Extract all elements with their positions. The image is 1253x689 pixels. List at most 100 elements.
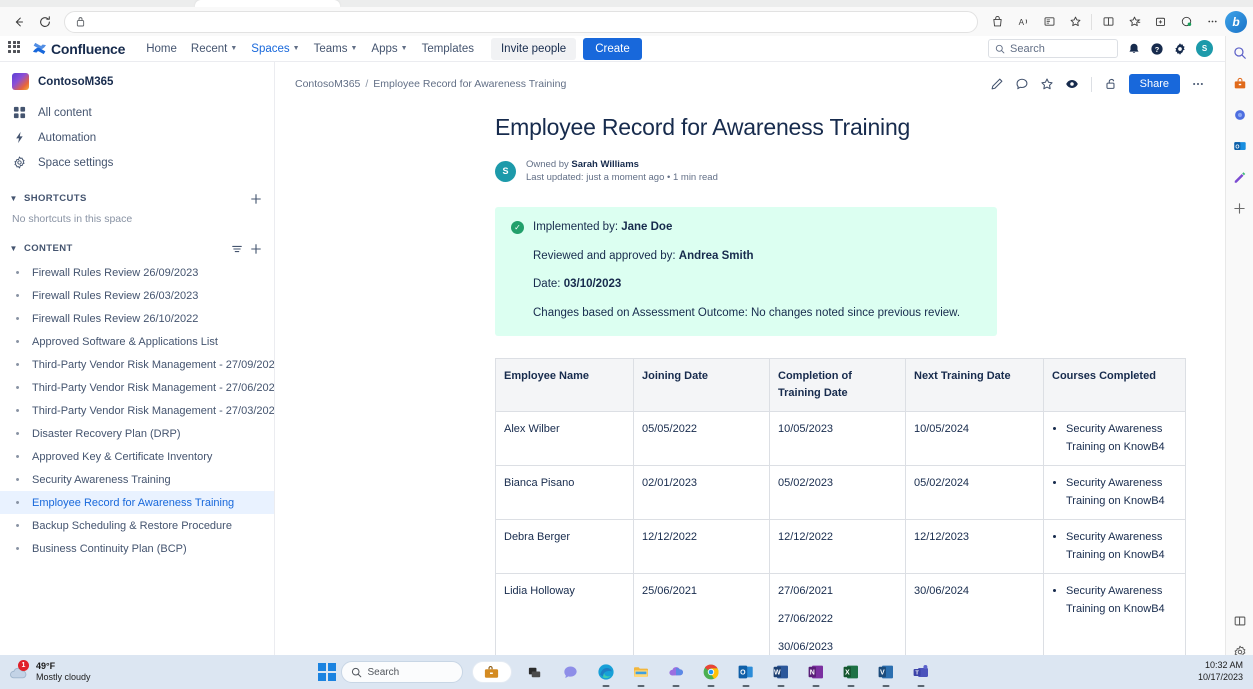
sidebar-item-all-content[interactable]: All content: [0, 100, 274, 125]
designer-icon[interactable]: [1231, 168, 1249, 186]
breadcrumb-space[interactable]: ContosoM365: [295, 78, 360, 90]
share-button[interactable]: Share: [1129, 74, 1180, 94]
nav-item-teams[interactable]: Teams ▼: [307, 39, 365, 59]
content-tree: •Firewall Rules Review 26/09/2023 •Firew…: [0, 261, 274, 560]
browser-essentials-icon[interactable]: [1173, 9, 1199, 35]
settings-more-icon[interactable]: [1199, 9, 1225, 35]
list-item[interactable]: •Third-Party Vendor Risk Management - 27…: [0, 353, 274, 376]
cloud-icon: 1: [8, 663, 30, 681]
space-header[interactable]: ContosoM365: [0, 62, 274, 100]
nav-item-spaces[interactable]: Spaces ▼: [244, 39, 306, 59]
teams-icon[interactable]: T: [910, 661, 932, 683]
restrictions-lock-icon[interactable]: [1104, 77, 1118, 91]
grid-icon: [12, 105, 27, 120]
back-icon[interactable]: [6, 9, 32, 35]
avatar[interactable]: S: [495, 161, 516, 182]
star-icon[interactable]: [1040, 77, 1054, 91]
visio-icon[interactable]: V: [875, 661, 897, 683]
address-bar[interactable]: [64, 11, 978, 33]
filter-icon[interactable]: [231, 243, 243, 255]
nav-item-recent[interactable]: Recent ▼: [184, 39, 244, 59]
list-item[interactable]: •Firewall Rules Review 26/03/2023: [0, 284, 274, 307]
completion-date-value: 27/06/2022: [778, 611, 897, 629]
list-item[interactable]: •Backup Scheduling & Restore Procedure: [0, 514, 274, 537]
file-explorer-icon[interactable]: [630, 661, 652, 683]
more-actions-icon[interactable]: [1191, 77, 1205, 91]
favorite-star-icon[interactable]: [1062, 9, 1088, 35]
watch-eye-icon[interactable]: [1065, 77, 1079, 91]
chevron-down-icon[interactable]: ▼: [6, 241, 21, 256]
chevron-down-icon[interactable]: ▼: [6, 191, 21, 206]
list-item[interactable]: • Third-Party Vendor Risk Management - 27…: [0, 376, 274, 399]
sidebar-item-automation[interactable]: Automation: [0, 125, 274, 150]
split-screen-icon[interactable]: [1095, 9, 1121, 35]
list-item[interactable]: •Approved Software & Applications List: [0, 330, 274, 353]
outlook-icon[interactable]: O: [735, 661, 757, 683]
site-info-lock-icon[interactable]: [73, 15, 87, 29]
owner-name[interactable]: Sarah Williams: [571, 159, 639, 170]
list-item[interactable]: •Approved Key & Certificate Inventory: [0, 445, 274, 468]
list-item[interactable]: •Security Awareness Training: [0, 468, 274, 491]
content-section-header[interactable]: ▼ CONTENT: [0, 235, 274, 261]
edge-icon[interactable]: [595, 661, 617, 683]
add-shortcut-icon[interactable]: [250, 193, 262, 205]
copilot-icon[interactable]: [1231, 106, 1249, 124]
shortcuts-section-header[interactable]: ▼ SHORTCUTS: [0, 185, 274, 211]
page-byline: S Owned by Sarah Williams Last updated: …: [495, 158, 1095, 186]
copilot-icon[interactable]: b: [1225, 11, 1247, 33]
word-icon[interactable]: W: [770, 661, 792, 683]
shopping-icon[interactable]: [1231, 75, 1249, 93]
nav-item-apps[interactable]: Apps ▼: [364, 39, 414, 59]
briefcase-icon[interactable]: [472, 661, 512, 683]
nav-item-home[interactable]: Home: [139, 39, 184, 59]
add-content-icon[interactable]: [250, 243, 262, 255]
read-aloud-icon[interactable]: A: [1010, 9, 1036, 35]
confluence-logo[interactable]: Confluence: [32, 41, 125, 57]
breadcrumb-current[interactable]: Employee Record for Awareness Training: [373, 78, 566, 90]
onenote-icon[interactable]: N: [805, 661, 827, 683]
notifications-bell-icon[interactable]: [1127, 42, 1141, 56]
browser-tab[interactable]: [195, 0, 340, 7]
bullet-icon: •: [12, 382, 23, 394]
taskbar-clock[interactable]: 10:32 AM 10/17/2023: [1198, 660, 1253, 683]
task-view-icon[interactable]: [525, 661, 547, 683]
split-screen-icon[interactable]: [1231, 612, 1249, 630]
chat-icon[interactable]: [560, 661, 582, 683]
list-item[interactable]: •Third-Party Vendor Risk Management - 27…: [0, 399, 274, 422]
edit-pencil-icon[interactable]: [990, 77, 1004, 91]
collections-icon[interactable]: [1147, 9, 1173, 35]
settings-gear-icon[interactable]: [1173, 42, 1187, 56]
chrome-icon[interactable]: [700, 661, 722, 683]
user-avatar[interactable]: S: [1196, 40, 1213, 57]
nav-item-templates[interactable]: Templates: [415, 39, 481, 59]
favorites-bar-icon[interactable]: [1121, 9, 1147, 35]
cell-completion-date: 10/05/2023: [770, 411, 906, 465]
tree-item-label: Third-Party Vendor Risk Management - 27/…: [32, 382, 275, 394]
nav-item-label: Apps: [371, 43, 397, 55]
weather-widget[interactable]: 1 49°F Mostly cloudy: [0, 661, 91, 684]
add-sidebar-icon[interactable]: [1231, 199, 1249, 217]
excel-icon[interactable]: X: [840, 661, 862, 683]
app-switcher-icon[interactable]: [8, 41, 24, 57]
taskbar-search-input[interactable]: Search: [341, 661, 463, 683]
search-icon[interactable]: [1231, 44, 1249, 62]
immersive-reader-icon[interactable]: [1036, 9, 1062, 35]
sidebar-item-employee-record[interactable]: •Employee Record for Awareness Training: [0, 491, 274, 514]
list-item[interactable]: •Business Continuity Plan (BCP): [0, 537, 274, 560]
sidebar-item-space-settings[interactable]: Space settings: [0, 150, 274, 175]
search-input[interactable]: Search: [988, 39, 1118, 58]
shopping-bag-icon[interactable]: [984, 9, 1010, 35]
list-item[interactable]: •Firewall Rules Review 26/09/2023: [0, 261, 274, 284]
help-icon[interactable]: ?: [1150, 42, 1164, 56]
start-button-icon[interactable]: [318, 663, 336, 681]
refresh-icon[interactable]: [32, 9, 58, 35]
invite-people-button[interactable]: Invite people: [491, 38, 576, 60]
list-item[interactable]: •Firewall Rules Review 26/10/2022: [0, 307, 274, 330]
onedrive-icon[interactable]: [665, 661, 687, 683]
outlook-icon[interactable]: O: [1231, 137, 1249, 155]
list-item[interactable]: •Disaster Recovery Plan (DRP): [0, 422, 274, 445]
bullet-icon: •: [12, 428, 23, 440]
create-button[interactable]: Create: [583, 38, 642, 60]
table-header-row: Employee Name Joining Date Completion of…: [496, 358, 1186, 411]
comment-icon[interactable]: [1015, 77, 1029, 91]
